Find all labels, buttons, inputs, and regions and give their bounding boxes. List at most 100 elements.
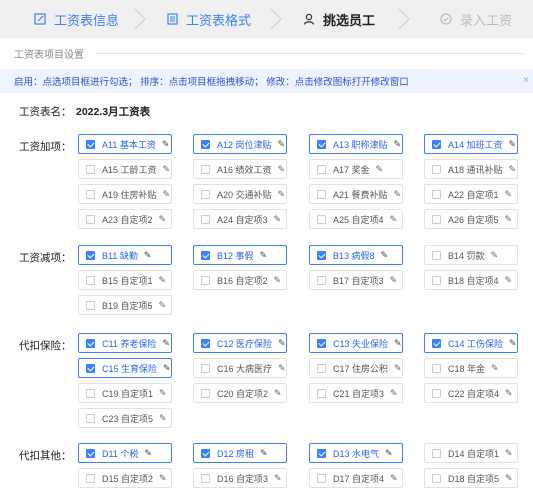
salary-item-checkbox[interactable]: C14 工伤保险 ✎ [424, 333, 518, 353]
salary-item-checkbox[interactable]: A20 交通补贴 ✎ [193, 184, 287, 204]
checkbox-unchecked-icon[interactable] [86, 413, 95, 423]
checkbox-unchecked-icon[interactable] [317, 164, 326, 174]
checkbox-checked-icon[interactable] [201, 139, 210, 149]
salary-item-checkbox[interactable]: B13 病假8 ✎ [309, 245, 403, 265]
checkbox-checked-icon[interactable] [201, 250, 210, 260]
checkbox-unchecked-icon[interactable] [86, 300, 95, 310]
checkbox-checked-icon[interactable] [86, 363, 95, 373]
checkbox-unchecked-icon[interactable] [317, 189, 326, 199]
checkbox-unchecked-icon[interactable] [86, 275, 95, 285]
checkbox-checked-icon[interactable] [86, 448, 95, 458]
pencil-icon[interactable]: ✎ [505, 214, 513, 225]
pencil-icon[interactable]: ✎ [491, 250, 499, 261]
salary-item-checkbox[interactable]: C19 自定项1 ✎ [78, 383, 172, 403]
checkbox-unchecked-icon[interactable] [86, 164, 95, 174]
pencil-icon[interactable]: ✎ [278, 164, 286, 175]
checkbox-checked-icon[interactable] [86, 250, 95, 260]
checkbox-checked-icon[interactable] [86, 338, 95, 348]
checkbox-checked-icon[interactable] [317, 250, 326, 260]
salary-item-checkbox[interactable]: C22 自定项4 ✎ [424, 383, 518, 403]
checkbox-unchecked-icon[interactable] [86, 189, 95, 199]
checkbox-unchecked-icon[interactable] [432, 275, 441, 285]
pencil-icon[interactable]: ✎ [274, 214, 282, 225]
salary-item-checkbox[interactable]: D12 房租 ✎ [193, 443, 287, 463]
checkbox-checked-icon[interactable] [201, 338, 210, 348]
salary-item-checkbox[interactable]: C20 自定项2 ✎ [193, 383, 287, 403]
checkbox-unchecked-icon[interactable] [432, 388, 441, 398]
pencil-icon[interactable]: ✎ [505, 473, 513, 484]
salary-item-checkbox[interactable]: A26 自定项5 ✎ [424, 209, 518, 229]
step-enter-salary[interactable]: 录入工资 [440, 0, 512, 38]
salary-item-checkbox[interactable]: D16 自定项3 ✎ [193, 468, 287, 488]
checkbox-unchecked-icon[interactable] [432, 363, 441, 373]
step-select-employees[interactable]: 挑选员工 [303, 0, 375, 38]
salary-item-checkbox[interactable]: B18 自定项4 ✎ [424, 270, 518, 290]
salary-item-checkbox[interactable]: D17 自定项4 ✎ [309, 468, 403, 488]
salary-item-checkbox[interactable]: C17 住房公积 ✎ [309, 358, 403, 378]
checkbox-unchecked-icon[interactable] [201, 214, 210, 224]
pencil-icon[interactable]: ✎ [381, 250, 389, 261]
checkbox-checked-icon[interactable] [201, 448, 210, 458]
salary-item-checkbox[interactable]: C21 自定项3 ✎ [309, 383, 403, 403]
salary-item-checkbox[interactable]: A23 自定项2 ✎ [78, 209, 172, 229]
checkbox-unchecked-icon[interactable] [201, 473, 210, 483]
checkbox-unchecked-icon[interactable] [432, 214, 441, 224]
checkbox-unchecked-icon[interactable] [317, 473, 326, 483]
checkbox-checked-icon[interactable] [86, 139, 95, 149]
salary-item-checkbox[interactable]: A18 通讯补贴 ✎ [424, 159, 518, 179]
salary-item-checkbox[interactable]: D13 水电气 ✎ [309, 443, 403, 463]
pencil-icon[interactable]: ✎ [162, 139, 170, 150]
salary-item-checkbox[interactable]: D15 自定项2 ✎ [78, 468, 172, 488]
pencil-icon[interactable]: ✎ [509, 139, 517, 150]
salary-item-checkbox[interactable]: A25 自定项4 ✎ [309, 209, 403, 229]
checkbox-checked-icon[interactable] [317, 448, 326, 458]
pencil-icon[interactable]: ✎ [505, 189, 513, 200]
pencil-icon[interactable]: ✎ [163, 189, 171, 200]
pencil-icon[interactable]: ✎ [394, 189, 402, 200]
checkbox-unchecked-icon[interactable] [432, 448, 441, 458]
step-sheet-format[interactable]: 工资表格式 [167, 0, 251, 38]
salary-item-checkbox[interactable]: A16 绩效工资 ✎ [193, 159, 287, 179]
salary-item-checkbox[interactable]: D14 自定项1 ✎ [424, 443, 518, 463]
close-icon[interactable]: × [523, 75, 529, 86]
salary-item-checkbox[interactable]: B11 缺勤 ✎ [78, 245, 172, 265]
salary-item-checkbox[interactable]: B16 自定项2 ✎ [193, 270, 287, 290]
checkbox-unchecked-icon[interactable] [201, 164, 210, 174]
checkbox-unchecked-icon[interactable] [201, 275, 210, 285]
salary-item-checkbox[interactable]: C12 医疗保险 ✎ [193, 333, 287, 353]
pencil-icon[interactable]: ✎ [260, 250, 268, 261]
checkbox-unchecked-icon[interactable] [201, 189, 210, 199]
checkbox-unchecked-icon[interactable] [86, 214, 95, 224]
pencil-icon[interactable]: ✎ [491, 363, 499, 374]
salary-item-checkbox[interactable]: B17 自定项3 ✎ [309, 270, 403, 290]
salary-item-checkbox[interactable]: A24 自定项3 ✎ [193, 209, 287, 229]
pencil-icon[interactable]: ✎ [159, 413, 167, 424]
checkbox-checked-icon[interactable] [317, 139, 326, 149]
pencil-icon[interactable]: ✎ [390, 214, 398, 225]
checkbox-unchecked-icon[interactable] [201, 363, 210, 373]
salary-item-checkbox[interactable]: A22 自定项1 ✎ [424, 184, 518, 204]
pencil-icon[interactable]: ✎ [163, 164, 171, 175]
salary-item-checkbox[interactable]: C16 大病医疗 ✎ [193, 358, 287, 378]
checkbox-unchecked-icon[interactable] [201, 388, 210, 398]
pencil-icon[interactable]: ✎ [278, 139, 286, 150]
checkbox-unchecked-icon[interactable] [432, 164, 441, 174]
salary-item-checkbox[interactable]: A17 奖金 ✎ [309, 159, 403, 179]
pencil-icon[interactable]: ✎ [144, 250, 152, 261]
salary-item-checkbox[interactable]: B15 自定项1 ✎ [78, 270, 172, 290]
salary-item-checkbox[interactable]: C13 失业保险 ✎ [309, 333, 403, 353]
salary-item-checkbox[interactable]: B14 罚款 ✎ [424, 245, 518, 265]
pencil-icon[interactable]: ✎ [159, 300, 167, 311]
pencil-icon[interactable]: ✎ [274, 275, 282, 286]
pencil-icon[interactable]: ✎ [278, 338, 286, 349]
pencil-icon[interactable]: ✎ [274, 473, 282, 484]
pencil-icon[interactable]: ✎ [390, 275, 398, 286]
pencil-icon[interactable]: ✎ [260, 448, 268, 459]
salary-item-checkbox[interactable]: C11 养老保险 ✎ [78, 333, 172, 353]
pencil-icon[interactable]: ✎ [505, 275, 513, 286]
salary-item-checkbox[interactable]: B19 自定项5 ✎ [78, 295, 172, 315]
checkbox-checked-icon[interactable] [317, 338, 326, 348]
checkbox-unchecked-icon[interactable] [432, 250, 441, 260]
salary-item-checkbox[interactable]: A11 基本工资 ✎ [78, 134, 172, 154]
checkbox-checked-icon[interactable] [432, 338, 441, 348]
